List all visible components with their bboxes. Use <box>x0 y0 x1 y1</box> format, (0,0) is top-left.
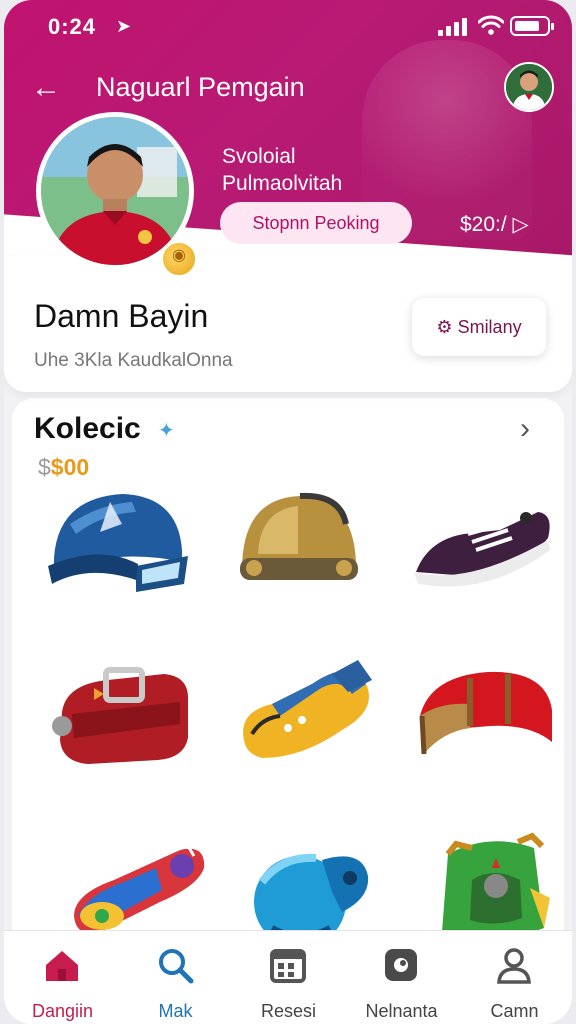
hero-pill-button[interactable]: Stopnn Peoking <box>220 202 412 244</box>
hero-price-value: $20:/ <box>460 213 507 236</box>
collection-title: Kolecic <box>34 412 141 445</box>
price-value: $00 <box>50 454 90 480</box>
battery-icon <box>510 16 554 36</box>
tab-profile[interactable]: Camn <box>458 941 571 1021</box>
status-bar: 0:24 ➤ <box>4 0 572 54</box>
tab-chat[interactable]: Nelnanta <box>345 941 458 1021</box>
wifi-icon <box>478 15 504 35</box>
tab-search[interactable]: Mak <box>119 941 232 1021</box>
tab-profile-label: Camn <box>490 1001 539 1021</box>
settings-gear-icon: ⚙ <box>436 317 453 337</box>
page-title: Naguarl Pemgain <box>96 72 305 102</box>
tab-calendar[interactable]: Resesi <box>232 941 345 1021</box>
tab-calendar-label: Resesi <box>260 1001 317 1021</box>
blue-helmet-item[interactable] <box>40 484 190 604</box>
hero-subtitle-line1: Svoloial <box>222 145 296 168</box>
bottom-tab-bar: Dangiin Mak Resesi Nelnanta Camn <box>4 930 572 1024</box>
red-bag-item[interactable] <box>48 654 198 774</box>
chat-icon <box>385 949 417 981</box>
price-prefix: $ <box>38 454 51 480</box>
search-icon <box>159 949 194 984</box>
collection-card: Kolecic ✦ › $$00 <box>12 398 564 958</box>
sparkle-icon: ✦ <box>158 420 175 442</box>
profile-icon <box>497 948 531 984</box>
purple-sneaker-item[interactable] <box>408 484 558 604</box>
tab-chat-label: Nelnanta <box>365 1001 438 1021</box>
hero-subtitle: Svoloial Pulmaolvitah <box>222 143 342 197</box>
calendar-icon <box>270 949 306 983</box>
tab-home[interactable]: Dangiin <box>6 941 119 1021</box>
profile-card: Damn Bayin Uhe 3Kla KaudkalOnna ⚙ Smilan… <box>4 256 572 392</box>
user-name: Damn Bayin <box>34 298 209 334</box>
yellow-blue-shoe-item[interactable] <box>232 650 382 770</box>
signal-icon <box>438 18 472 36</box>
back-arrow-icon[interactable]: ← <box>26 68 66 108</box>
user-subtitle: Uhe 3Kla KaudkalOnna <box>34 350 233 371</box>
avatar[interactable] <box>504 62 554 112</box>
app-screen: 0:24 ➤ ← Naguarl Pemgain Svoloial Pulmao… <box>4 0 572 1024</box>
location-arrow-icon: ➤ <box>116 16 132 36</box>
home-icon <box>46 951 78 981</box>
tab-search-label: Mak <box>158 1001 193 1021</box>
action-button-label: Smilany <box>457 317 522 337</box>
hero-price[interactable]: $20:/ ▷ <box>460 212 529 237</box>
status-time: 0:24 <box>48 14 97 39</box>
action-button[interactable]: ⚙ Smilany <box>412 298 546 356</box>
tab-home-label: Dangiin <box>31 1001 94 1021</box>
collection-price: $$00 <box>38 454 89 481</box>
coin-badge-icon: ◉ <box>160 240 198 278</box>
red-saddle-item[interactable] <box>410 654 560 774</box>
avatar-person-icon <box>506 64 552 110</box>
chevron-right-icon[interactable]: › <box>520 412 530 446</box>
hero-subtitle-line2: Pulmaolvitah <box>222 172 343 195</box>
gold-helmet-item[interactable] <box>224 484 374 604</box>
nav-row: ← Naguarl Pemgain <box>4 60 572 116</box>
